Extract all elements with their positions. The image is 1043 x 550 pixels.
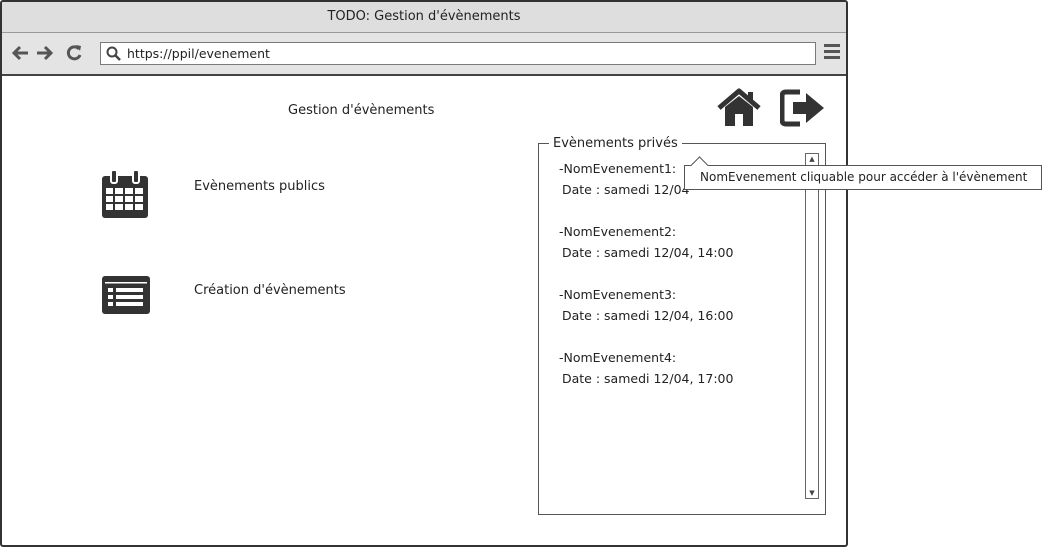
url-text: https://ppil/evenement: [127, 46, 270, 61]
private-events-list: -NomEvenement1: Date : samedi 12/04 -Nom…: [559, 158, 733, 410]
reload-icon[interactable]: [64, 42, 84, 64]
tooltip-text: NomEvenement cliquable pour accéder à l'…: [700, 170, 1028, 184]
public-events-link[interactable]: Evènements publics: [194, 179, 325, 194]
event-date: Date : samedi 12/04, 17:00: [562, 371, 734, 386]
back-arrow-icon[interactable]: [10, 42, 30, 64]
event-name-link[interactable]: -NomEvenement2:: [559, 221, 733, 242]
page-content: Gestion d'évènements Evènements publics: [2, 76, 846, 545]
page-title: Gestion d'évènements: [288, 103, 435, 118]
list-item: -NomEvenement2: Date : samedi 12/04, 14:…: [559, 221, 733, 263]
private-events-legend: Evènements privés: [549, 136, 682, 151]
private-events-panel: Evènements privés -NomEvenement1: Date :…: [538, 136, 826, 515]
event-name-link[interactable]: -NomEvenement4:: [559, 347, 733, 368]
event-name-link[interactable]: -NomEvenement3:: [559, 284, 733, 305]
hamburger-menu-icon[interactable]: [824, 44, 840, 64]
tooltip: NomEvenement cliquable pour accéder à l'…: [684, 156, 1042, 190]
browser-toolbar: https://ppil/evenement: [2, 33, 846, 76]
create-event-link[interactable]: Création d'évènements: [194, 283, 346, 298]
event-date: Date : samedi 12/04, 16:00: [562, 308, 734, 323]
home-icon[interactable]: [715, 88, 763, 128]
window-title: TODO: Gestion d'évènements: [2, 2, 846, 33]
calendar-icon[interactable]: [101, 169, 149, 219]
event-date: Date : samedi 12/04, 14:00: [562, 245, 734, 260]
address-bar[interactable]: https://ppil/evenement: [100, 42, 816, 65]
list-item: -NomEvenement4: Date : samedi 12/04, 17:…: [559, 347, 733, 389]
forward-arrow-icon[interactable]: [35, 42, 55, 64]
scroll-up-icon[interactable]: ▲: [806, 154, 818, 164]
scrollbar[interactable]: ▲ ▼: [805, 153, 819, 499]
search-icon: [106, 46, 121, 61]
list-icon[interactable]: [101, 275, 151, 315]
list-item: -NomEvenement3: Date : samedi 12/04, 16:…: [559, 284, 733, 326]
browser-window: TODO: Gestion d'évènements https://ppil/…: [0, 0, 848, 547]
scroll-down-icon[interactable]: ▼: [806, 488, 818, 498]
sign-out-icon[interactable]: [780, 89, 826, 127]
